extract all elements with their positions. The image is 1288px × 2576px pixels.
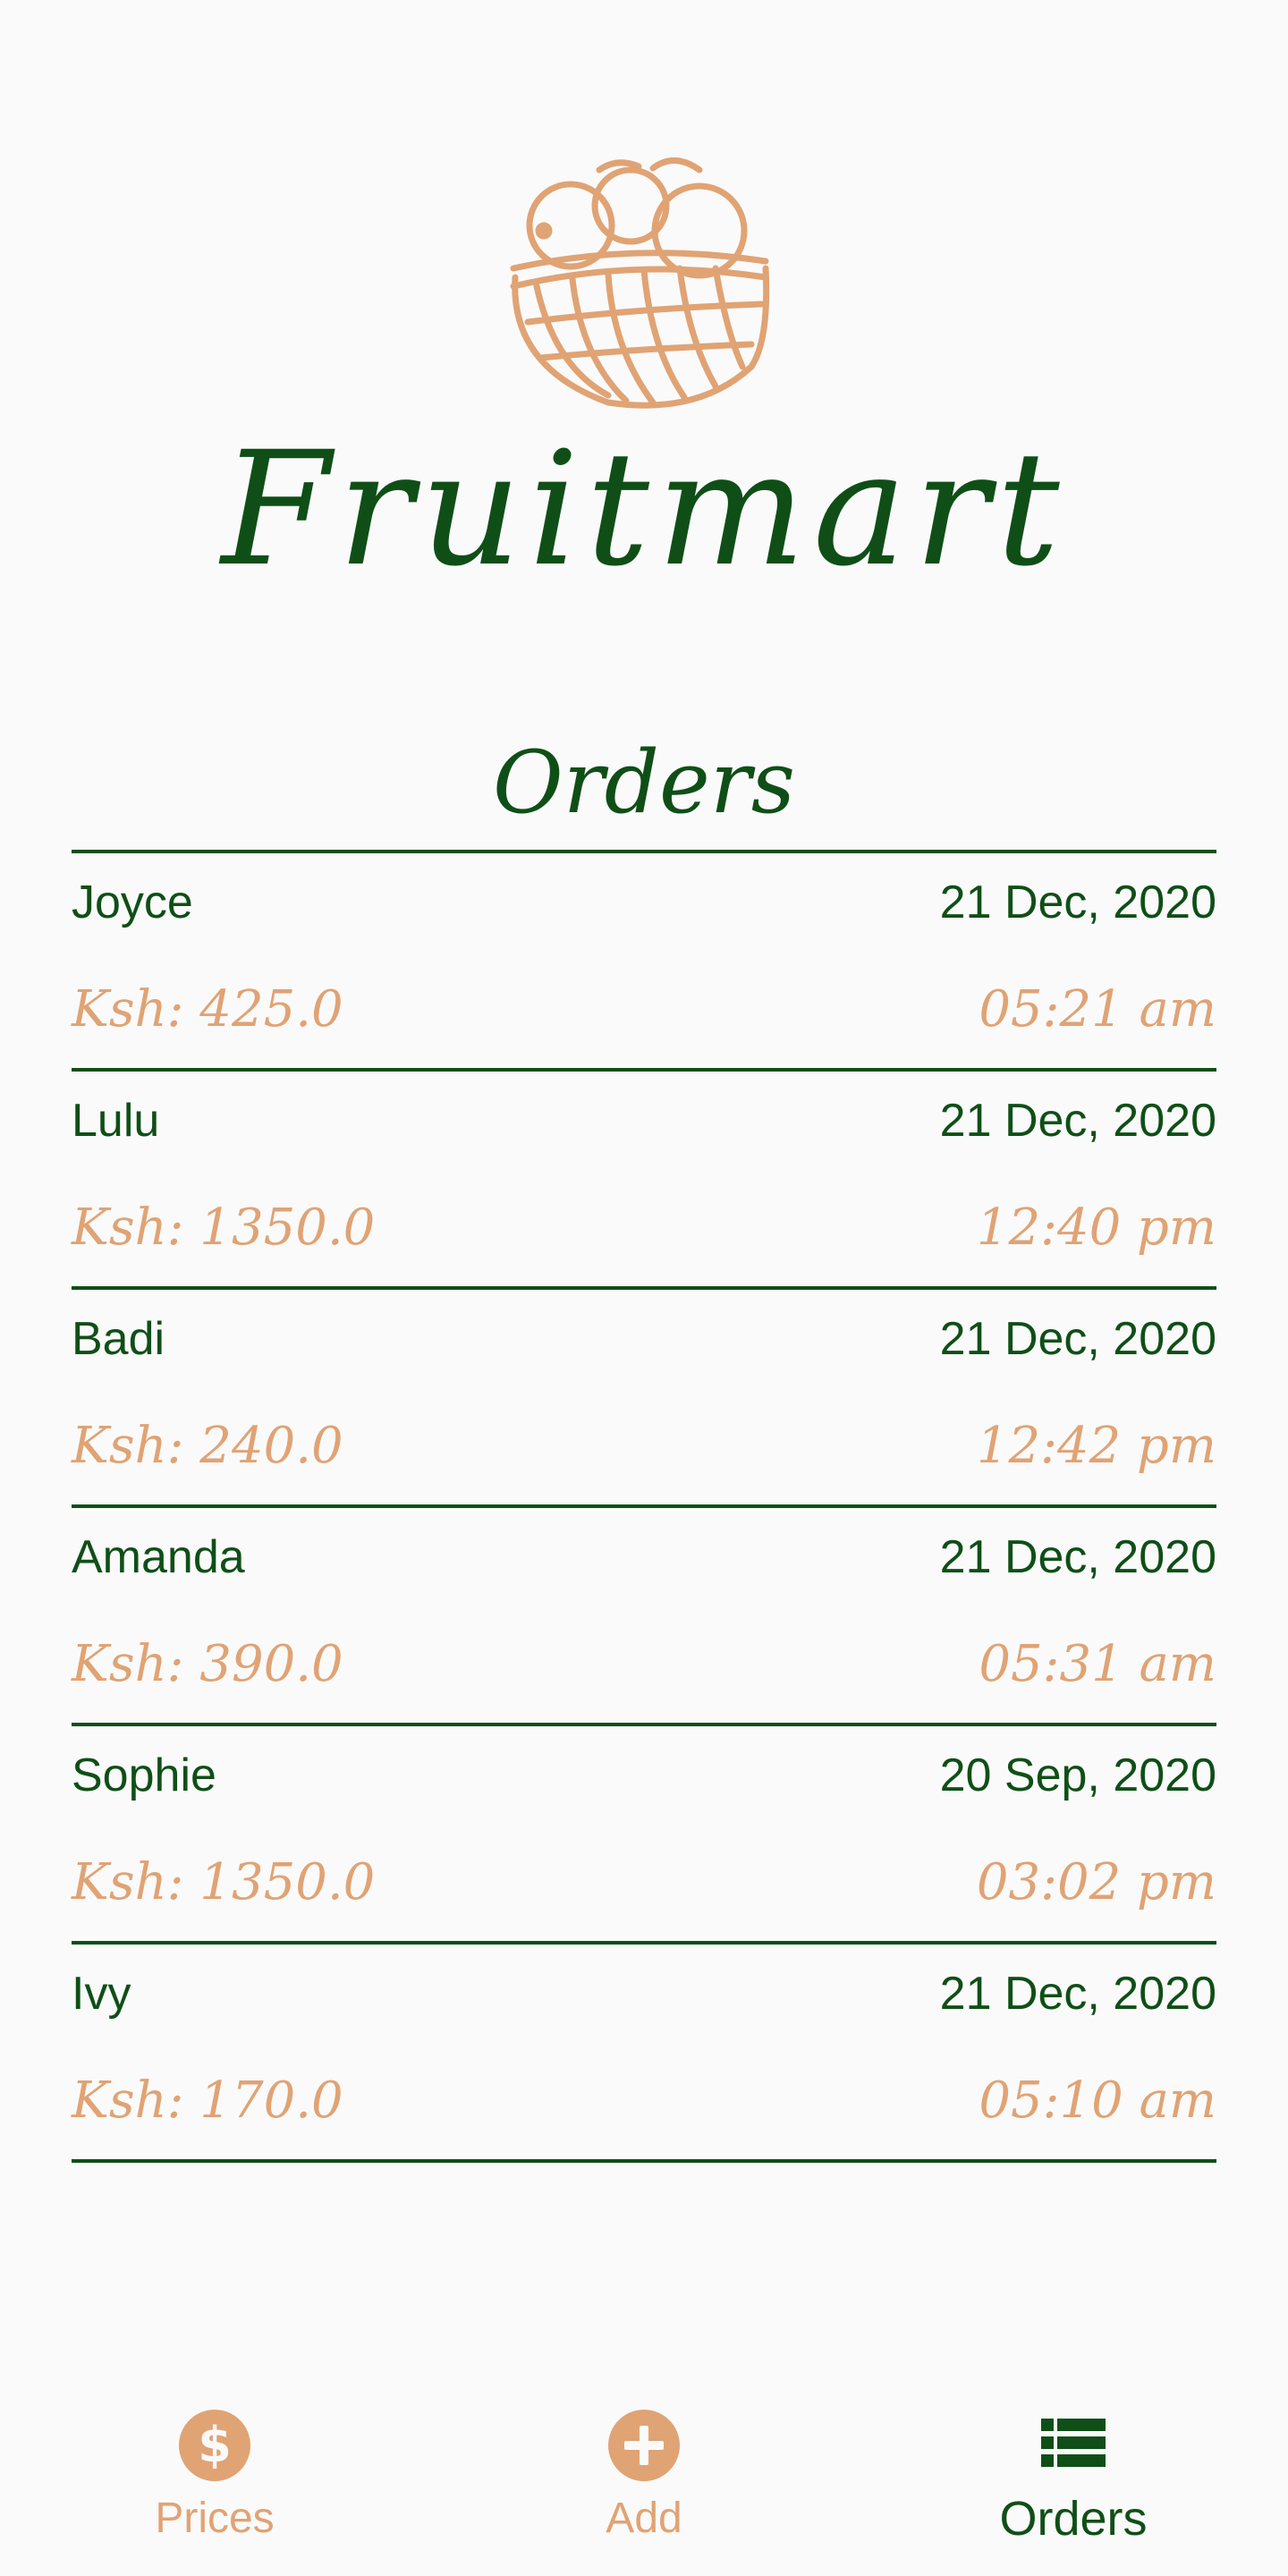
order-amount: Ksh: 240.0 [72, 1417, 343, 1475]
list-item[interactable]: Ivy 21 Dec, 2020 Ksh: 170.0 05:10 am [72, 1945, 1216, 2163]
orders-list: Joyce 21 Dec, 2020 Ksh: 425.0 05:21 am L… [72, 850, 1216, 2163]
list-item[interactable]: Lulu 21 Dec, 2020 Ksh: 1350.0 12:40 pm [72, 1072, 1216, 1290]
order-amount: Ksh: 1350.0 [72, 1853, 376, 1911]
order-time: 03:02 pm [976, 1853, 1216, 1911]
order-time: 12:42 pm [976, 1417, 1216, 1475]
order-time: 12:40 pm [976, 1199, 1216, 1257]
order-date: 21 Dec, 2020 [939, 1531, 1216, 1583]
customer-name: Badi [72, 1313, 165, 1365]
list-item[interactable]: Sophie 20 Sep, 2020 Ksh: 1350.0 03:02 pm [72, 1726, 1216, 1945]
list-item[interactable]: Amanda 21 Dec, 2020 Ksh: 390.0 05:31 am [72, 1508, 1216, 1726]
nav-item-add[interactable]: Add [483, 2379, 805, 2576]
order-amount: Ksh: 390.0 [72, 1635, 343, 1693]
bottom-navigation: $ Prices Add Orders [0, 2379, 1288, 2576]
nav-label-orders: Orders [999, 2492, 1148, 2546]
order-date: 21 Dec, 2020 [939, 1313, 1216, 1365]
nav-item-orders[interactable]: Orders [912, 2379, 1234, 2576]
list-item[interactable]: Joyce 21 Dec, 2020 Ksh: 425.0 05:21 am [72, 853, 1216, 1072]
order-date: 21 Dec, 2020 [939, 1968, 1216, 2020]
order-time: 05:21 am [979, 980, 1216, 1038]
customer-name: Amanda [72, 1531, 245, 1583]
order-amount: Ksh: 425.0 [72, 980, 343, 1038]
order-amount: Ksh: 1350.0 [72, 1199, 376, 1257]
order-amount: Ksh: 170.0 [72, 2072, 343, 2130]
customer-name: Ivy [72, 1968, 131, 2020]
dollar-circle-icon: $ [179, 2410, 250, 2481]
customer-name: Sophie [72, 1750, 216, 1801]
order-date: 21 Dec, 2020 [939, 877, 1216, 928]
nav-item-prices[interactable]: $ Prices [54, 2379, 376, 2576]
nav-label-prices: Prices [155, 2495, 275, 2542]
customer-name: Joyce [72, 877, 193, 928]
page-title: Orders [492, 733, 795, 833]
order-time: 05:31 am [979, 1635, 1216, 1693]
plus-circle-icon [608, 2410, 680, 2481]
nav-label-add: Add [606, 2495, 682, 2542]
svg-text:$: $ [198, 2417, 232, 2473]
app-brand-title: Fruitmart [221, 418, 1067, 601]
fruit-basket-logo [510, 157, 770, 409]
list-item[interactable]: Badi 21 Dec, 2020 Ksh: 240.0 12:42 pm [72, 1290, 1216, 1508]
customer-name: Lulu [72, 1095, 160, 1147]
order-date: 21 Dec, 2020 [939, 1095, 1216, 1147]
order-time: 05:10 am [979, 2072, 1216, 2130]
order-date: 20 Sep, 2020 [939, 1750, 1216, 1801]
list-icon [1041, 2419, 1106, 2467]
